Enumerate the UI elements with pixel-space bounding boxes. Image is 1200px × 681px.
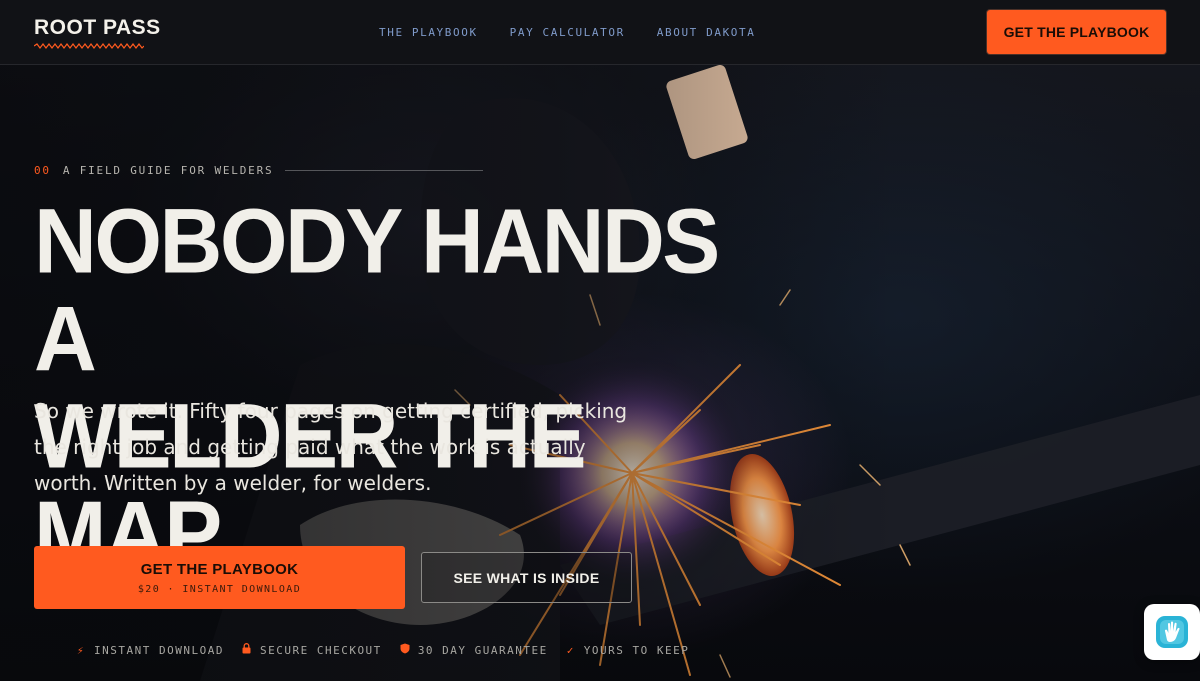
nav-get-playbook-button[interactable]: GET THE PLAYBOOK [987, 10, 1166, 54]
nav-link-pay-calculator[interactable]: PAY CALCULATOR [510, 26, 625, 39]
hero-headline: NOBODY HANDS A WELDER THE MAP. [34, 189, 794, 583]
cta-primary-subtext: $20 · INSTANT DOWNLOAD [137, 583, 302, 595]
get-playbook-button[interactable]: GET THE PLAYBOOK $20 · INSTANT DOWNLOAD [34, 546, 405, 609]
eyebrow-number: 00 [34, 164, 51, 177]
hero-lede: So we wrote it. Fifty four pages on gett… [34, 399, 628, 495]
trust-badges: ⚡ INSTANT DOWNLOAD SECURE CHECKOUT 30 DA… [76, 643, 689, 657]
trust-item: SECURE CHECKOUT [242, 643, 382, 657]
top-nav: ROOT PASS THE PLAYBOOK PAY CALCULATOR AB… [0, 0, 1200, 65]
trust-item: 30 DAY GUARANTEE [400, 643, 548, 657]
nav-link-playbook[interactable]: THE PLAYBOOK [379, 26, 478, 39]
lightning-icon: ⚡ [76, 643, 86, 657]
shield-icon [400, 643, 410, 657]
nav-links: THE PLAYBOOK PAY CALCULATOR ABOUT DAKOTA [379, 26, 755, 39]
logo-zigzag-underline [34, 43, 144, 49]
eyebrow-text: A FIELD GUIDE FOR WELDERS [62, 164, 274, 177]
trust-label: INSTANT DOWNLOAD [94, 643, 224, 657]
nav-link-about[interactable]: ABOUT DAKOTA [657, 26, 756, 39]
hand-icon [1156, 616, 1188, 648]
eyebrow: 00 A FIELD GUIDE FOR WELDERS [34, 164, 484, 177]
logo[interactable]: ROOT PASS [34, 16, 161, 40]
trust-label: 30 DAY GUARANTEE [417, 643, 548, 657]
see-inside-button[interactable]: SEE WHAT IS INSIDE [421, 552, 632, 603]
trust-item: ⚡ INSTANT DOWNLOAD [76, 643, 224, 657]
trust-label: SECURE CHECKOUT [259, 643, 382, 657]
lock-icon [242, 643, 252, 657]
help-widget-button[interactable] [1144, 604, 1200, 660]
cta-primary-label: GET THE PLAYBOOK [140, 560, 299, 578]
headline-line-1: NOBODY HANDS A [34, 189, 720, 391]
trust-item: ✓ YOURS TO KEEP [566, 643, 690, 657]
eyebrow-rule [285, 170, 484, 171]
trust-label: YOURS TO KEEP [583, 643, 690, 657]
check-icon: ✓ [566, 643, 575, 657]
